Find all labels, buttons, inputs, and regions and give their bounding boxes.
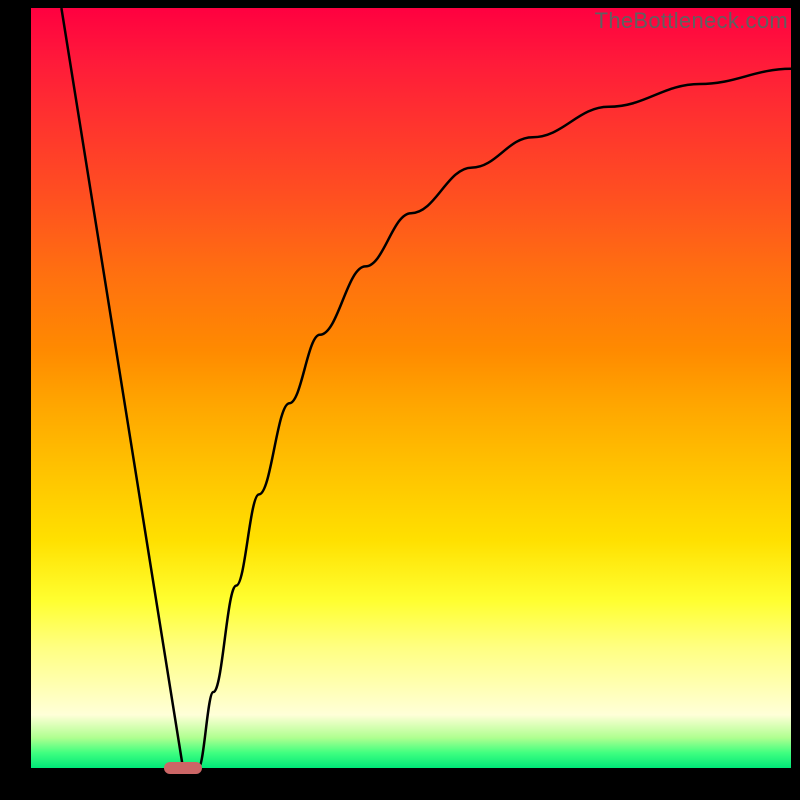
curve-path: [61, 8, 791, 768]
chart-svg: [31, 8, 791, 768]
watermark-text: TheBottleneck.com: [595, 8, 788, 34]
chart-plot-area: [31, 8, 791, 768]
minimum-marker: [164, 762, 202, 773]
